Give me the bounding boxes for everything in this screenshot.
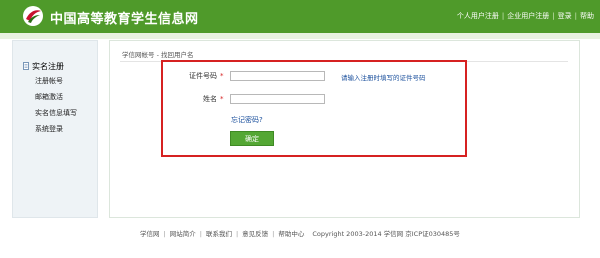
nav-help[interactable]: 帮助 — [580, 12, 594, 20]
footer-link-chsi[interactable]: 学信网 — [140, 230, 160, 238]
sidebar-item-realname-info[interactable]: 实名信息填写 — [35, 108, 77, 118]
sidebar-title-label: 实名注册 — [32, 62, 64, 71]
footer-separator: | — [163, 230, 166, 238]
chsi-logo-icon[interactable] — [22, 5, 44, 27]
footer-link-feedback[interactable]: 意见反馈 — [242, 230, 268, 238]
sidebar-title: 实名注册 — [23, 61, 64, 72]
required-mark: * — [220, 95, 224, 103]
nav-personal-register[interactable]: 个人用户注册 — [457, 12, 499, 20]
nav-login[interactable]: 登录 — [558, 12, 572, 20]
top-nav: 个人用户注册 | 企业用户注册 | 登录 | 帮助 — [457, 11, 594, 21]
nav-separator: | — [552, 12, 555, 20]
breadcrumb: 学信网帐号 - 找回用户名 — [122, 51, 194, 59]
sidebar: 实名注册 注册帐号 邮箱激活 实名信息填写 系统登录 — [12, 40, 98, 218]
document-icon — [23, 62, 29, 70]
nav-separator: | — [574, 12, 577, 20]
footer: 学信网 | 网站简介 | 联系我们 | 意见反馈 | 帮助中心 Copyright 2003-20… — [0, 228, 600, 238]
footer-link-help[interactable]: 帮助中心 — [278, 230, 304, 238]
sidebar-item-system-login[interactable]: 系统登录 — [35, 124, 63, 134]
footer-link-about[interactable]: 网站简介 — [170, 230, 196, 238]
footer-separator: | — [199, 230, 202, 238]
name-input[interactable] — [230, 94, 325, 104]
footer-link-contact[interactable]: 联系我们 — [206, 230, 232, 238]
header-shadow — [0, 33, 600, 39]
id-number-label: 证件号码 * — [189, 72, 224, 80]
site-title[interactable]: 中国高等教育学生信息网 — [50, 8, 199, 27]
footer-separator: | — [235, 230, 239, 238]
submit-button[interactable]: 确定 — [230, 131, 274, 146]
id-number-hint[interactable]: 请输入注册时填写的证件号码 — [341, 72, 426, 82]
nav-enterprise-register[interactable]: 企业用户注册 — [507, 12, 549, 20]
footer-separator: | — [272, 230, 275, 238]
id-number-input[interactable] — [230, 71, 325, 81]
forgot-password-link[interactable]: 忘记密码? — [231, 115, 263, 125]
name-label: 姓名 * — [203, 95, 224, 103]
sidebar-item-register-account[interactable]: 注册帐号 — [35, 76, 63, 86]
sidebar-item-email-activation[interactable]: 邮箱激活 — [35, 92, 63, 102]
top-bar: 中国高等教育学生信息网 个人用户注册 | 企业用户注册 | 登录 | 帮助 — [0, 0, 600, 33]
footer-copyright: Copyright 2003-2014 学信网 京ICP证030485号 — [312, 230, 460, 238]
required-mark: * — [220, 72, 224, 80]
